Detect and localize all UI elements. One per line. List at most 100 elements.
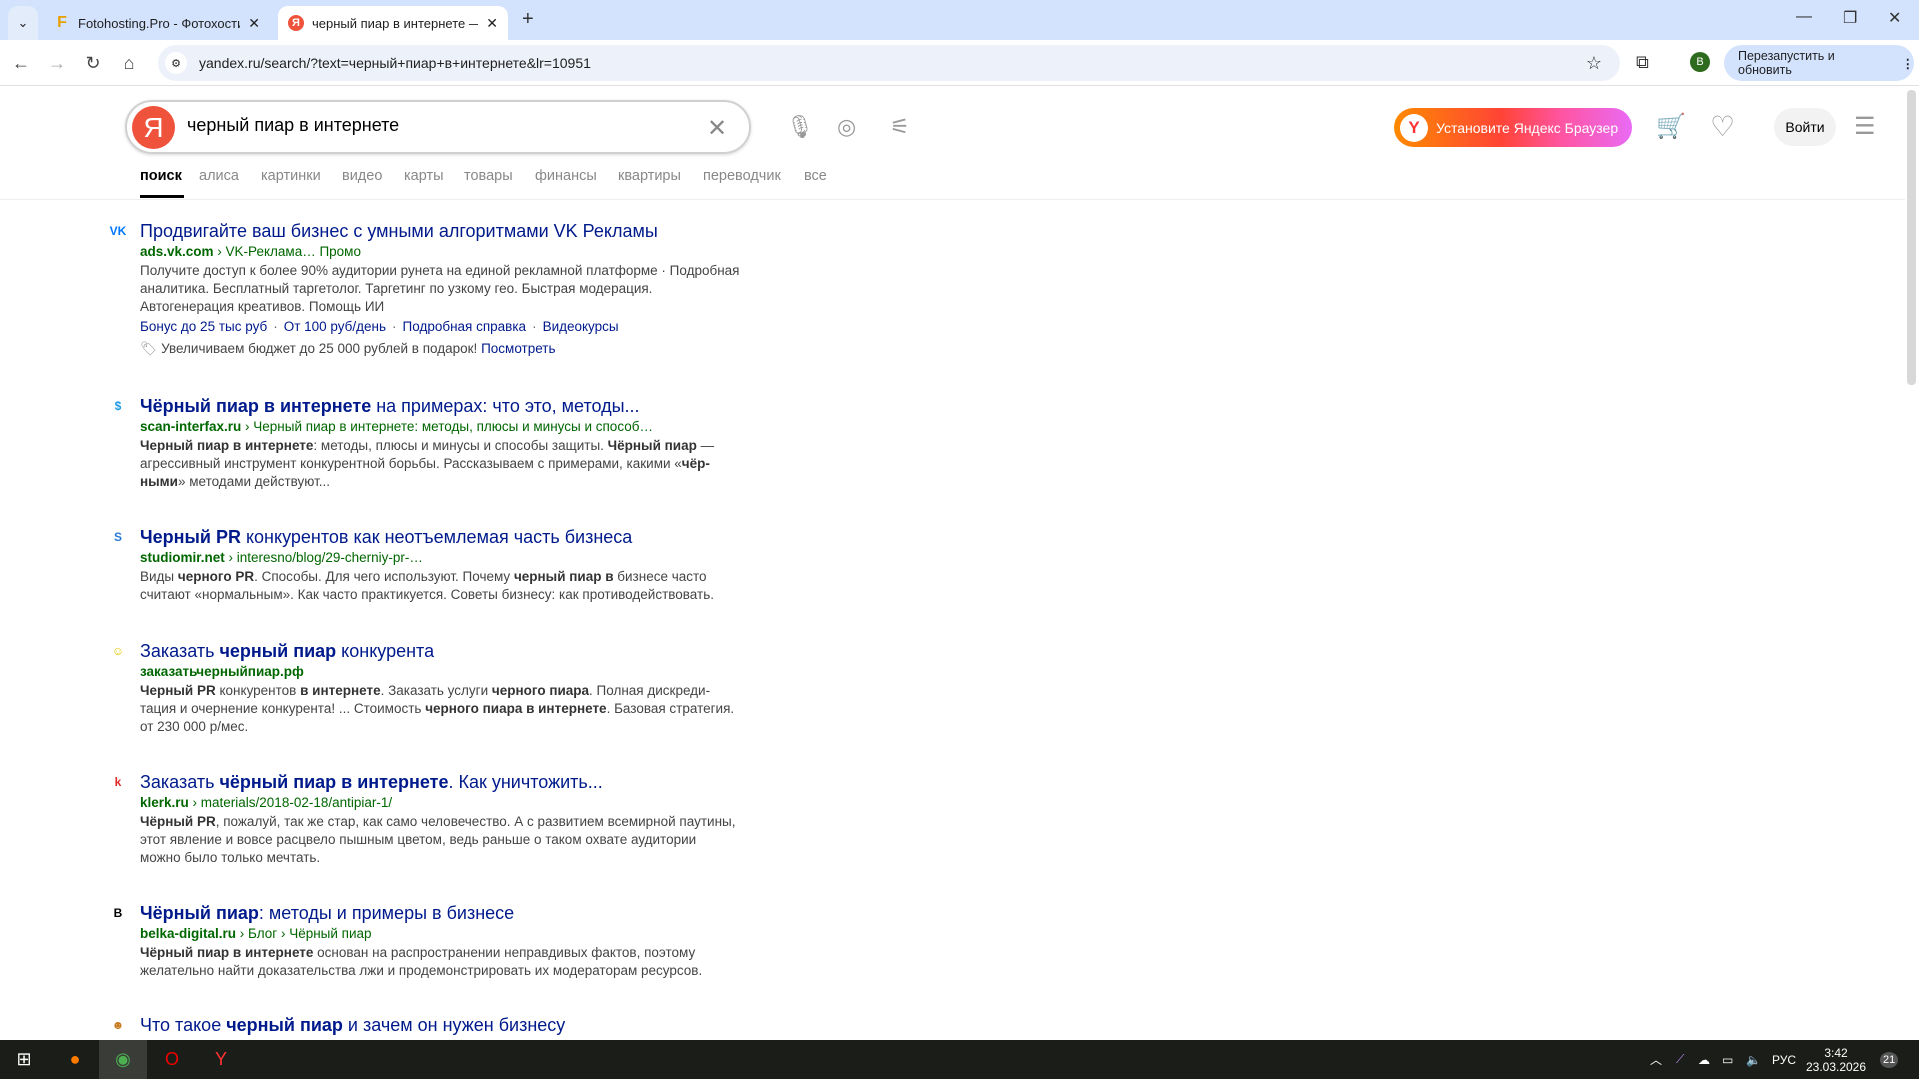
restart-update-button[interactable]: Перезапустить и обновить ⋮ (1724, 45, 1914, 81)
sitelink[interactable]: От 100 руб/день (284, 319, 386, 334)
feather-icon[interactable]: ⟋ (1676, 1040, 1684, 1079)
camera-icon[interactable]: ◎ (837, 114, 856, 140)
forward-icon[interactable]: → (44, 50, 70, 76)
result-url-link[interactable]: заказатьчерныйпиар.рф (140, 662, 750, 682)
microphone-icon[interactable]: 🎙 (786, 114, 814, 140)
text-segment: на примерах: что это, методы... (371, 396, 640, 416)
clear-icon[interactable]: ✕ (707, 114, 727, 143)
start-icon[interactable]: ⊞ (0, 1040, 48, 1079)
yandex-logo[interactable]: Я (132, 106, 175, 149)
tab-bar: ⌄ F Fotohosting.Pro - Фотохостинг ✕ Я че… (0, 0, 1919, 40)
install-browser-button[interactable]: Y Установите Яндекс Браузер (1394, 108, 1632, 147)
restart-label: Перезапустить и обновить (1738, 49, 1835, 77)
tab-fotohosting[interactable]: F Fotohosting.Pro - Фотохостинг ✕ (44, 6, 270, 40)
close-icon[interactable]: ✕ (248, 15, 260, 32)
vertical-tab-6[interactable]: финансы (535, 168, 597, 184)
menu-dots-icon[interactable]: ⋮ (1902, 56, 1915, 71)
result-url-link[interactable]: studiomir.net › interesno/blog/29-cherni… (140, 548, 750, 568)
minimize-icon[interactable]: — (1796, 8, 1812, 26)
profile-avatar[interactable]: B (1690, 52, 1710, 72)
search-input[interactable]: черный пиар в интернете (187, 115, 399, 136)
result-title-link[interactable]: Чёрный пиар в интернете на примерах: что… (140, 395, 750, 417)
bookmark-star-icon[interactable]: ☆ (1586, 53, 1602, 74)
site-favicon-icon: S (113, 530, 122, 544)
new-tab-plus-icon[interactable]: + (522, 8, 534, 31)
fotohosting-favicon: F (57, 14, 67, 31)
search-box[interactable]: Я черный пиар в интернете ✕ (125, 100, 751, 154)
text-segment: Виды (140, 569, 178, 584)
login-button[interactable]: Войти (1774, 108, 1836, 146)
address-bar[interactable]: ⚙ yandex.ru/search/?text=черный+пиар+в+и… (158, 45, 1620, 81)
tag-icon: 🏷 (140, 341, 158, 356)
result-title-link[interactable]: Заказать черный пиар конкурента (140, 640, 750, 662)
hamburger-menu-icon[interactable]: ☰ (1854, 112, 1876, 141)
tab-yandex[interactable]: Я черный пиар в интернете — Я ✕ (278, 6, 508, 40)
vertical-tab-2[interactable]: картинки (261, 168, 321, 184)
text-segment: чёрный пиар в интернете (219, 772, 449, 792)
opera-icon[interactable]: O (148, 1040, 196, 1079)
yandex-browser-icon: Y (1400, 113, 1428, 142)
chrome-icon[interactable]: ◉ (99, 1040, 147, 1079)
extensions-icon[interactable]: ⧉ (1636, 52, 1649, 73)
result-url-link[interactable]: scan-interfax.ru › Черный пиар в интерне… (140, 417, 750, 437)
result-title-link[interactable]: Что такое черный пиар и зачем он нужен б… (140, 1014, 750, 1036)
result-title-link[interactable]: Черный PR конкурентов как неотъемлемая ч… (140, 526, 750, 548)
language-indicator[interactable]: РУС (1772, 1040, 1796, 1079)
tray-chevron-icon[interactable]: ︿ (1650, 1040, 1662, 1079)
result-url-link[interactable]: ads.vk.com › VK-Реклама… Промо (140, 242, 750, 262)
restore-icon[interactable]: ❐ (1843, 8, 1857, 28)
result-title-link[interactable]: Чёрный пиар: методы и примеры в бизнесе (140, 902, 750, 924)
text-segment: конкурентов как неотъемлемая часть бизне… (240, 527, 633, 547)
browser-toolbar: ← → ↻ ⌂ ⚙ yandex.ru/search/?text=черный+… (0, 40, 1919, 86)
firefox-icon[interactable]: ● (51, 1040, 99, 1079)
sitelink[interactable]: Бонус до 25 тыс руб (140, 319, 267, 334)
clock[interactable]: 3:42 23.03.2026 (1806, 1040, 1866, 1079)
network-icon[interactable]: ▭ (1722, 1040, 1733, 1079)
vertical-tab-4[interactable]: карты (404, 168, 444, 184)
cloud-icon[interactable]: ☁ (1698, 1040, 1710, 1079)
close-icon[interactable]: ✕ (486, 15, 498, 32)
search-result: B Чёрный пиар: методы и примеры в бизнесе… (110, 902, 750, 980)
vertical-tab-8[interactable]: переводчик (703, 168, 781, 184)
tab-search-button[interactable]: ⌄ (8, 6, 38, 40)
taskbar: ⊞ ● ◉ O Y ︿ ⟋ ☁ ▭ 🔈 РУС 3:42 23.03.2026 2… (0, 1040, 1919, 1079)
search-result: ☻ Что такое черный пиар и зачем он нужен … (110, 1014, 750, 1036)
site-settings-icon[interactable]: ⚙ (165, 52, 187, 74)
heart-icon[interactable]: ♡ (1710, 110, 1735, 143)
site-favicon-icon: VK (109, 224, 127, 238)
text-segment: belka-digital.ru (140, 926, 237, 941)
cart-icon[interactable]: 🛒 (1656, 112, 1686, 141)
notifications-icon[interactable]: 21 (1880, 1040, 1899, 1079)
back-icon[interactable]: ← (8, 50, 34, 76)
tab-title: Fotohosting.Pro - Фотохостинг (78, 15, 241, 31)
vertical-tab-0[interactable]: поиск (140, 168, 182, 184)
result-snippet: Черный пиар в интернете: методы, плюсы и… (140, 437, 740, 491)
close-window-icon[interactable]: ✕ (1888, 8, 1901, 28)
vertical-tab-7[interactable]: квартиры (618, 168, 681, 184)
text-segment: , пожалуй, так же стар, как само человеч… (140, 814, 736, 865)
result-url-link[interactable]: klerk.ru › materials/2018-02-18/antipiar… (140, 793, 750, 813)
text-segment: › interesno/blog/29-cherniy-pr-… (224, 550, 423, 565)
vertical-tab-3[interactable]: видео (342, 168, 382, 184)
home-icon[interactable]: ⌂ (116, 50, 142, 76)
result-title-link[interactable]: Заказать чёрный пиар в интернете. Как ун… (140, 771, 750, 793)
sitelink[interactable]: Видеокурсы (543, 319, 619, 334)
vertical-tab-9[interactable]: все (804, 168, 827, 184)
filters-icon[interactable]: ⚟ (890, 114, 910, 140)
promo-link[interactable]: Посмотреть (481, 341, 555, 356)
search-result: $ Чёрный пиар в интернете на примерах: чт… (110, 395, 750, 491)
scrollbar[interactable] (1907, 90, 1916, 385)
text-segment: Заказать (140, 772, 220, 792)
volume-icon[interactable]: 🔈 (1746, 1040, 1761, 1079)
text-segment: Промо (319, 244, 361, 259)
vertical-tab-5[interactable]: товары (464, 168, 513, 184)
time: 3:42 (1824, 1045, 1848, 1060)
result-url-link[interactable]: belka-digital.ru › Блог › Чёрный пиар (140, 924, 750, 944)
text-segment: . Как уничтожить... (448, 772, 603, 792)
result-title-link[interactable]: Продвигайте ваш бизнес с умными алгоритм… (140, 220, 750, 242)
vertical-tab-1[interactable]: алиса (199, 168, 239, 184)
text-segment: Чёрный пиар в интернете (140, 945, 314, 960)
reload-icon[interactable]: ↻ (80, 50, 106, 76)
yandex-browser-taskbar-icon[interactable]: Y (197, 1040, 245, 1079)
sitelink[interactable]: Подробная справка (403, 319, 527, 334)
